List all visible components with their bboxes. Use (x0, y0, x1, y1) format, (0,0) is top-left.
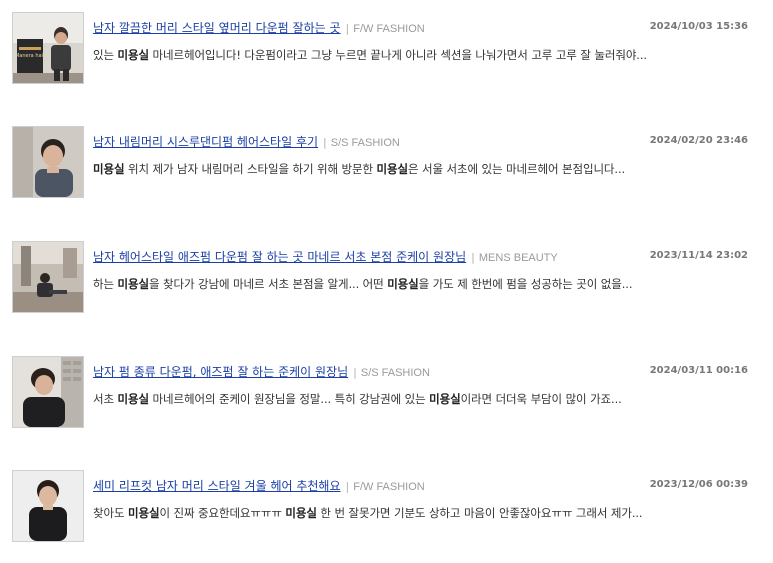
post-snippet: 서초 미용실 마네르헤어의 준케이 원장님을 정말... 특히 강남권에 있는 … (93, 391, 622, 407)
post-thumbnail[interactable] (12, 241, 84, 313)
post-title-line: 남자 내림머리 시스루댄디펌 헤어스타일 후기 | S/S FASHION (93, 134, 400, 151)
snippet-text: 하는 (93, 277, 118, 291)
snippet-text: 을 가도 제 한번에 펌을 성공하는 곳이 없을... (418, 277, 633, 291)
snippet-text: 은 서울 서초에 있는 마네르헤어 본점입니다... (407, 162, 626, 176)
post-title-line: 남자 헤어스타일 애즈펌 다운펌 잘 하는 곳 마네르 서초 본점 준케이 원장… (93, 249, 558, 266)
snippet-text: 이 진짜 중요한데요ㅠㅠㅠ (159, 506, 286, 520)
snippet-text: 을 찾다가 강남에 마네르 서초 본점을 알게... 어떤 (148, 277, 388, 291)
snippet-keyword: 미용실 (93, 162, 125, 176)
post-title-link[interactable]: 남자 깔끔한 머리 스타일 옆머리 다운펌 잘하는 곳 (93, 21, 341, 35)
post-title-line: 세미 리프컷 남자 머리 스타일 겨울 헤어 추천해요 | F/W FASHION (93, 478, 425, 495)
snippet-keyword: 미용실 (128, 506, 160, 520)
snippet-keyword: 미용실 (376, 162, 409, 176)
snippet-text: 서초 (93, 392, 118, 406)
post-category[interactable]: S/S FASHION (331, 137, 400, 149)
post-thumbnail[interactable] (12, 126, 84, 198)
post-category[interactable]: MENS BEAUTY (479, 252, 558, 264)
post-title-link[interactable]: 남자 펌 종류 다운펌, 애즈펌 잘 하는 준케이 원장님 (93, 365, 348, 379)
post-snippet: 찾아도 미용실이 진짜 중요한데요ㅠㅠㅠ 미용실 한 번 잘못가면 기분도 상하… (93, 505, 643, 521)
post-item[interactable]: Manera hair 남자 깔끔한 머리 스타일 옆머리 다운펌 잘하는 곳 |… (12, 12, 762, 88)
post-category[interactable]: F/W FASHION (353, 481, 425, 493)
thumbnail-photo (13, 127, 83, 197)
post-snippet: 있는 미용실 마네르헤어입니다! 다운펌이라고 그냥 누르면 끝나게 아니라 섹… (93, 47, 647, 63)
separator: | (345, 22, 350, 35)
post-category[interactable]: F/W FASHION (353, 23, 425, 35)
snippet-text: 이라면 더더욱 부담이 많이 가죠... (460, 392, 622, 406)
post-item[interactable]: 남자 헤어스타일 애즈펌 다운펌 잘 하는 곳 마네르 서초 본점 준케이 원장… (12, 241, 762, 317)
snippet-text: 있는 (93, 48, 118, 62)
snippet-keyword: 미용실 (117, 48, 150, 62)
thumbnail-photo (13, 471, 83, 541)
thumbnail-photo: Manera hair (13, 13, 83, 83)
snippet-text: 마네르헤어의 준케이 원장님을 정말... 특히 강남권에 있는 (148, 392, 430, 406)
post-date: 2023/12/06 00:39 (649, 479, 748, 490)
snippet-keyword: 미용실 (117, 277, 150, 291)
post-date: 2024/03/11 00:16 (649, 365, 748, 376)
separator: | (323, 136, 327, 149)
thumbnail-photo (13, 357, 83, 427)
separator: | (345, 480, 350, 493)
post-title-line: 남자 펌 종류 다운펌, 애즈펌 잘 하는 준케이 원장님 | S/S FASHIO… (93, 364, 430, 381)
post-title-link[interactable]: 남자 내림머리 시스루댄디펌 헤어스타일 후기 (93, 135, 318, 149)
snippet-text: 한 번 잘못가면 기분도 상하고 마음이 안좋잖아요ㅠㅠ 그래서 제가... (316, 506, 643, 520)
post-thumbnail[interactable]: Manera hair (12, 12, 84, 84)
post-item[interactable]: 남자 펌 종류 다운펌, 애즈펌 잘 하는 준케이 원장님 | S/S FASHIO… (12, 356, 762, 432)
post-thumbnail[interactable] (12, 470, 84, 542)
snippet-keyword: 미용실 (285, 506, 317, 520)
snippet-text: 위치 제가 남자 내림머리 스타일을 하기 위해 방문한 (124, 162, 377, 176)
snippet-text: 마네르헤어입니다! 다운펌이라고 그냥 누르면 끝나게 아니라 섹션을 나눠가면… (148, 48, 648, 62)
post-date: 2024/10/03 15:36 (649, 21, 748, 32)
post-date: 2023/11/14 23:02 (649, 250, 748, 261)
post-thumbnail[interactable] (12, 356, 84, 428)
post-item[interactable]: 남자 내림머리 시스루댄디펌 헤어스타일 후기 | S/S FASHION 2024… (12, 126, 762, 202)
snippet-keyword: 미용실 (117, 392, 150, 406)
separator: | (471, 251, 475, 264)
post-snippet: 하는 미용실을 찾다가 강남에 마네르 서초 본점을 알게... 어떤 미용실을… (93, 276, 632, 292)
post-title-link[interactable]: 세미 리프컷 남자 머리 스타일 겨울 헤어 추천해요 (93, 479, 341, 493)
salon-sign-text: Manera hair (15, 53, 46, 59)
post-title-line: 남자 깔끔한 머리 스타일 옆머리 다운펌 잘하는 곳 | F/W FASHION (93, 20, 425, 37)
post-category[interactable]: S/S FASHION (361, 367, 430, 379)
separator: | (353, 366, 357, 379)
snippet-keyword: 미용실 (387, 277, 419, 291)
post-snippet: 미용실 위치 제가 남자 내림머리 스타일을 하기 위해 방문한 미용실은 서울… (93, 161, 625, 177)
thumbnail-photo (13, 242, 83, 312)
post-title-link[interactable]: 남자 헤어스타일 애즈펌 다운펌 잘 하는 곳 마네르 서초 본점 준케이 원장… (93, 250, 466, 264)
post-item[interactable]: 세미 리프컷 남자 머리 스타일 겨울 헤어 추천해요 | F/W FASHION … (12, 470, 762, 546)
snippet-text: 찾아도 (93, 506, 128, 520)
post-date: 2024/02/20 23:46 (649, 135, 748, 146)
snippet-keyword: 미용실 (429, 392, 461, 406)
